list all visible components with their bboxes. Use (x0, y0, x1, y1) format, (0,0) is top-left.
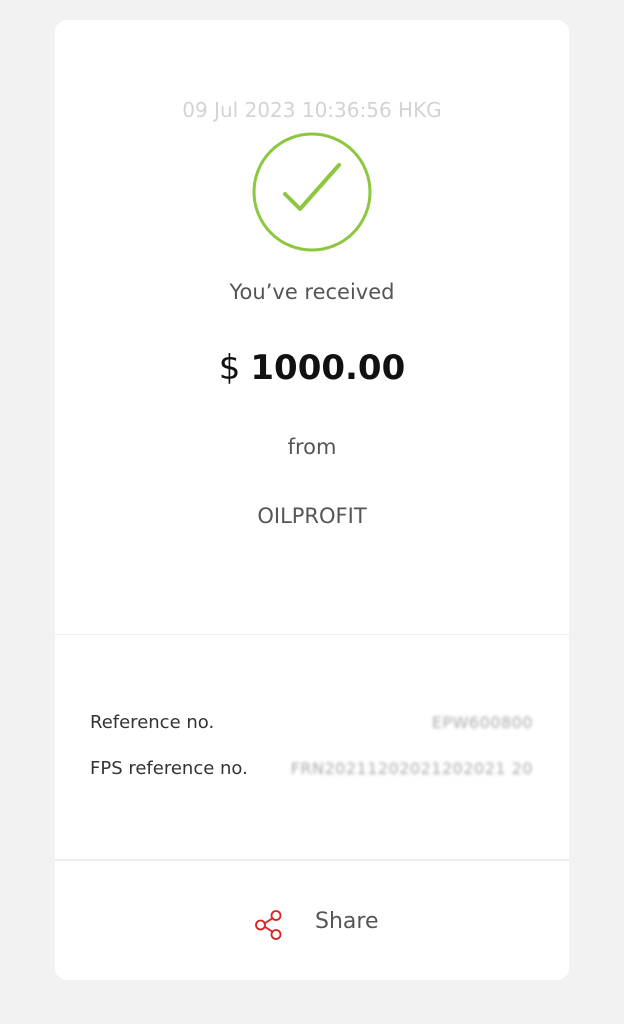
divider (55, 634, 569, 635)
receipt-card: 09 Jul 2023 10:36:56 HKG You’ve received… (55, 20, 569, 980)
share-icon (253, 909, 285, 941)
fps-reference-row: FPS reference no. FRN20211202021202021 2… (90, 754, 533, 784)
currency-symbol: $ (218, 348, 241, 388)
share-label: Share (315, 909, 379, 934)
from-text: from (287, 435, 337, 459)
payer-name: OILPROFIT (257, 504, 367, 528)
amount-display: $1000.00 (55, 348, 569, 388)
transaction-timestamp: 09 Jul 2023 10:36:56 HKG (182, 98, 442, 122)
received-text: You’ve received (229, 280, 395, 304)
reference-row: Reference no. EPW600800 (90, 708, 533, 738)
fps-reference-value: FRN20211202021202021 20 (290, 759, 533, 778)
amount-value: 1000.00 (250, 348, 406, 388)
checkmark-circle-icon (252, 132, 372, 252)
share-button[interactable]: Share (55, 861, 569, 980)
reference-value: EPW600800 (431, 713, 533, 732)
reference-label: Reference no. (90, 712, 215, 733)
fps-reference-label: FPS reference no. (90, 758, 248, 779)
